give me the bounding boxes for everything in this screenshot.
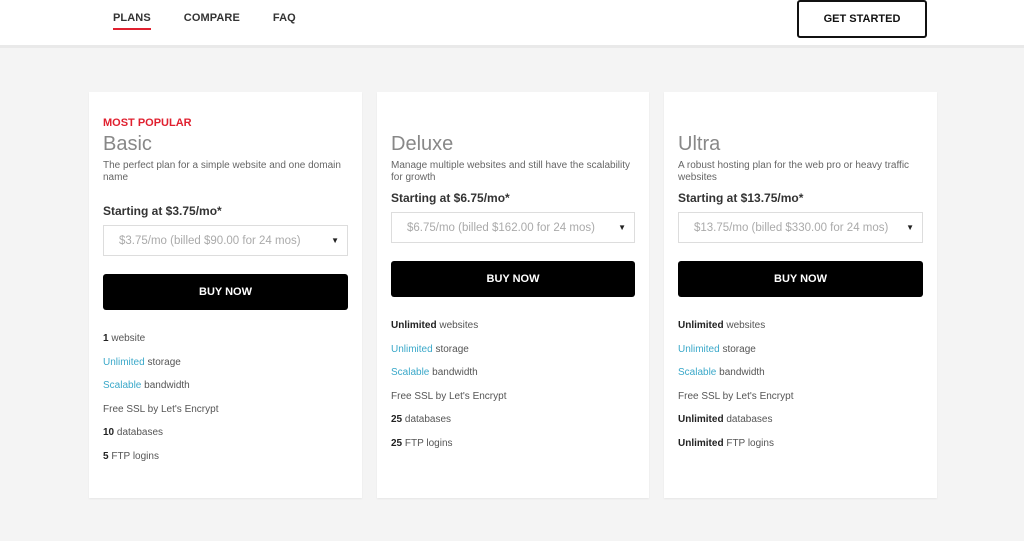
feature-text: FTP logins (723, 437, 774, 449)
feature-value: 25 (391, 414, 403, 425)
plan-name: Deluxe (391, 133, 454, 155)
feature-text: databases (723, 414, 773, 425)
feature-text: databases (402, 414, 452, 425)
nav-plans[interactable]: PLANS (113, 12, 151, 30)
feature-item: Unlimited FTP logins (678, 437, 923, 461)
plan-name: Ultra (678, 133, 721, 155)
feature-text: websites (436, 320, 479, 331)
feature-item: Unlimited databases (678, 413, 923, 437)
billing-term-select[interactable]: $6.75/mo (billed $162.00 for 24 mos) ▼ (391, 212, 635, 243)
buy-now-button[interactable]: BUY NOW (678, 261, 923, 297)
feature-item: Unlimited storage (678, 343, 923, 367)
plan-starting-price: Starting at $3.75/mo* (103, 204, 222, 218)
get-started-button[interactable]: GET STARTED (797, 0, 927, 38)
feature-text: storage (432, 343, 469, 355)
feature-highlight: Unlimited (103, 356, 145, 368)
billing-term-value: $3.75/mo (billed $90.00 for 24 mos) (119, 234, 301, 247)
plan-description: The perfect plan for a simple website an… (103, 160, 341, 183)
plan-description: A robust hosting plan for the web pro or… (678, 160, 910, 183)
nav-faq[interactable]: FAQ (273, 12, 296, 30)
feature-item: Unlimited storage (391, 343, 635, 367)
billing-term-select[interactable]: $13.75/mo (billed $330.00 for 24 mos) ▼ (678, 212, 923, 243)
feature-text: storage (144, 356, 181, 368)
dropdown-caret-icon: ▼ (331, 236, 339, 245)
feature-item: Unlimited websites (391, 319, 635, 343)
feature-item: Free SSL by Let's Encrypt (391, 390, 635, 414)
plan-starting-price: Starting at $13.75/mo* (678, 191, 804, 205)
feature-item: 25 databases (391, 413, 635, 437)
feature-text: bandwidth (716, 367, 765, 378)
feature-item: 10 databases (103, 426, 348, 450)
feature-item: 25 FTP logins (391, 437, 635, 461)
dropdown-caret-icon: ▼ (618, 223, 626, 232)
feature-item: Scalable bandwidth (678, 366, 923, 390)
feature-highlight: Scalable (103, 380, 142, 391)
plan-description: Manage multiple websites and still have … (391, 160, 631, 183)
most-popular-badge: MOST POPULAR (103, 117, 192, 129)
feature-item: Free SSL by Let's Encrypt (103, 403, 348, 427)
feature-text: storage (719, 343, 756, 355)
billing-term-value: $13.75/mo (billed $330.00 for 24 mos) (694, 221, 889, 234)
feature-highlight: Scalable (678, 367, 717, 378)
feature-text: FTP logins (402, 437, 453, 449)
feature-highlight: Scalable (391, 367, 430, 378)
feature-value: 25 (391, 437, 403, 449)
feature-value: Unlimited (391, 320, 437, 331)
plan-card-deluxe: Deluxe Manage multiple websites and stil… (377, 92, 649, 498)
billing-term-value: $6.75/mo (billed $162.00 for 24 mos) (407, 221, 595, 234)
plan-badge: MOST POPULAR (103, 113, 348, 131)
feature-text: databases (114, 427, 164, 438)
nav-compare[interactable]: COMPARE (184, 12, 240, 30)
feature-text: Free SSL by Let's Encrypt (103, 403, 219, 415)
plan-name: Basic (103, 133, 152, 155)
feature-item: Free SSL by Let's Encrypt (678, 390, 923, 414)
plan-card-basic: MOST POPULAR Basic The perfect plan for … (89, 92, 362, 498)
feature-item: 1 website (103, 332, 348, 356)
feature-text: bandwidth (429, 367, 478, 378)
feature-item: 5 FTP logins (103, 450, 348, 474)
plan-card-ultra: Ultra A robust hosting plan for the web … (664, 92, 937, 498)
feature-text: Free SSL by Let's Encrypt (678, 390, 794, 402)
dropdown-caret-icon: ▼ (906, 223, 914, 232)
feature-value: 10 (103, 427, 115, 438)
buy-now-button[interactable]: BUY NOW (103, 274, 348, 310)
feature-highlight: Unlimited (678, 343, 720, 355)
buy-now-button[interactable]: BUY NOW (391, 261, 635, 297)
feature-item: Scalable bandwidth (391, 366, 635, 390)
feature-list: 1 website Unlimited storage Scalable bandw… (103, 332, 348, 473)
plan-starting-price: Starting at $6.75/mo* (391, 191, 510, 205)
main-nav: PLANS COMPARE FAQ (113, 12, 329, 30)
feature-text: Free SSL by Let's Encrypt (391, 390, 507, 402)
feature-value: Unlimited (678, 320, 724, 331)
feature-text: FTP logins (108, 450, 159, 462)
feature-value: Unlimited (678, 414, 724, 425)
feature-highlight: Unlimited (391, 343, 433, 355)
feature-value: Unlimited (678, 437, 724, 449)
feature-list: Unlimited websites Unlimited storage Scala… (391, 319, 635, 460)
feature-text: website (108, 333, 146, 344)
feature-item: Unlimited websites (678, 319, 923, 343)
feature-item: Scalable bandwidth (103, 379, 348, 403)
billing-term-select[interactable]: $3.75/mo (billed $90.00 for 24 mos) ▼ (103, 225, 348, 256)
top-navigation-bar: PLANS COMPARE FAQ GET STARTED (0, 0, 1024, 48)
feature-list: Unlimited websites Unlimited storage Scala… (678, 319, 923, 460)
feature-item: Unlimited storage (103, 356, 348, 380)
feature-text: bandwidth (141, 380, 190, 391)
feature-text: websites (723, 320, 766, 331)
